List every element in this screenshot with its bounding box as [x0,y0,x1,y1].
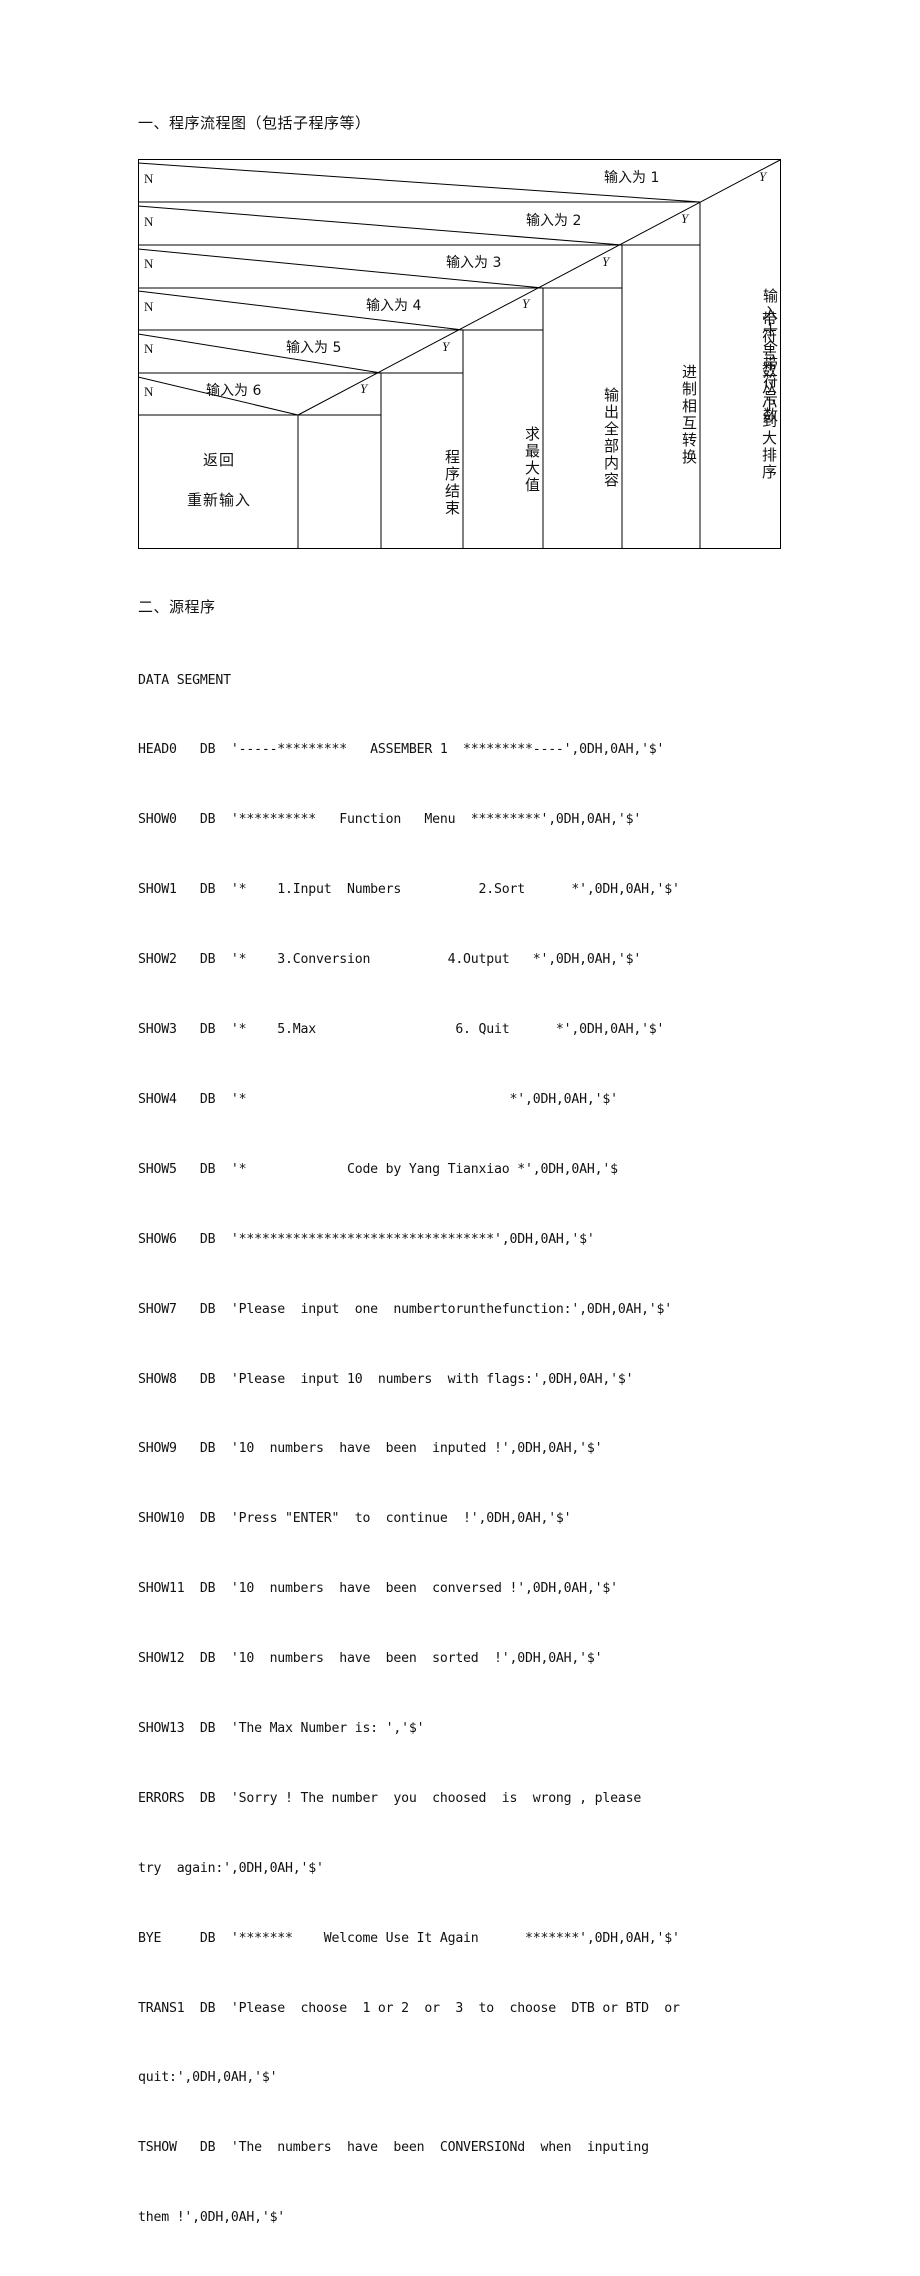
action-reinput: 重新输入 [186,491,251,509]
action-output-all: 输出全部内容 [602,387,620,489]
code-line: HEAD0 DB '-----********* ASSEMBER 1 ****… [138,742,665,758]
action-program-end: 程序结束 [443,449,461,517]
assembly-source-listing: DATA SEGMENT HEAD0 DB '-----********* AS… [138,622,838,2276]
condition-4: 输入为 4 [366,298,422,314]
code-line: SHOW0 DB '********** Function Menu *****… [138,812,642,828]
code-line: TRANS1 DB 'Please choose 1 or 2 or 3 to … [138,2000,680,2016]
branch-label-yes-4: Y [522,296,530,311]
condition-1: 输入为 1 [604,170,660,186]
action-find-max: 求最大值 [523,426,541,494]
branch-label-yes-6: Y [360,381,368,396]
code-line: try again:',0DH,0AH,'$' [138,1860,324,1876]
code-line: SHOW13 DB 'The Max Number is: ','$' [138,1720,425,1736]
action-return: 返回 [202,451,235,469]
code-line: SHOW7 DB 'Please input one numbertorunth… [138,1301,673,1317]
code-line: SHOW4 DB '* *',0DH,0AH,'$' [138,1091,618,1107]
code-line: SHOW8 DB 'Please input 10 numbers with f… [138,1371,634,1387]
section-2-heading: 二、源程序 [138,598,216,616]
branch-label-no-3: N [144,256,154,271]
code-line: DATA SEGMENT [138,672,231,688]
code-line: quit:',0DH,0AH,'$' [138,2070,278,2086]
branch-label-yes-1: Y [759,169,767,184]
code-line: SHOW3 DB '* 5.Max 6. Quit *',0DH,0AH,'$' [138,1022,665,1038]
condition-3: 输入为 3 [446,255,502,271]
code-line: them !',0DH,0AH,'$' [138,2210,286,2226]
action-base-conversion: 进制相互转换 [680,364,698,466]
code-line: BYE DB '******* Welcome Use It Again ***… [138,1930,680,1946]
code-line: SHOW6 DB '******************************… [138,1231,595,1247]
branch-label-no-4: N [144,299,154,314]
code-line: SHOW5 DB '* Code by Yang Tianxiao *',0DH… [138,1161,618,1177]
code-line: SHOW11 DB '10 numbers have been converse… [138,1581,618,1597]
code-line: SHOW9 DB '10 numbers have been inputed !… [138,1441,603,1457]
code-line: SHOW12 DB '10 numbers have been sorted !… [138,1651,603,1667]
condition-6: 输入为 6 [206,383,262,399]
branch-label-yes-5: Y [442,339,450,354]
branch-label-no-5: N [144,341,154,356]
branch-label-yes-3: Y [602,254,610,269]
action-input-ten-signed: 输入十个带符号数 [761,288,779,424]
section-1-heading: 一、程序流程图（包括子程序等） [138,114,371,132]
code-line: SHOW1 DB '* 1.Input Numbers 2.Sort *',0D… [138,882,680,898]
code-line: SHOW10 DB 'Press "ENTER" to continue !',… [138,1511,572,1527]
document-page: 一、程序流程图（包括子程序等） N N N N N N 输入为 1 输入为 2 … [0,0,920,2225]
code-line: SHOW2 DB '* 3.Conversion 4.Output *',0DH… [138,952,642,968]
branch-label-no-2: N [144,214,154,229]
condition-5: 输入为 5 [286,340,342,356]
branch-label-no-1: N [144,171,154,186]
branch-label-no-6: N [144,384,154,399]
code-line: ERRORS DB 'Sorry ! The number you choose… [138,1790,642,1806]
code-line: TSHOW DB 'The numbers have been CONVERSI… [138,2140,649,2156]
program-flowchart: N N N N N N 输入为 1 输入为 2 输入为 3 输入为 4 输入为 … [138,159,781,549]
branch-label-yes-2: Y [681,211,689,226]
condition-2: 输入为 2 [526,213,582,229]
